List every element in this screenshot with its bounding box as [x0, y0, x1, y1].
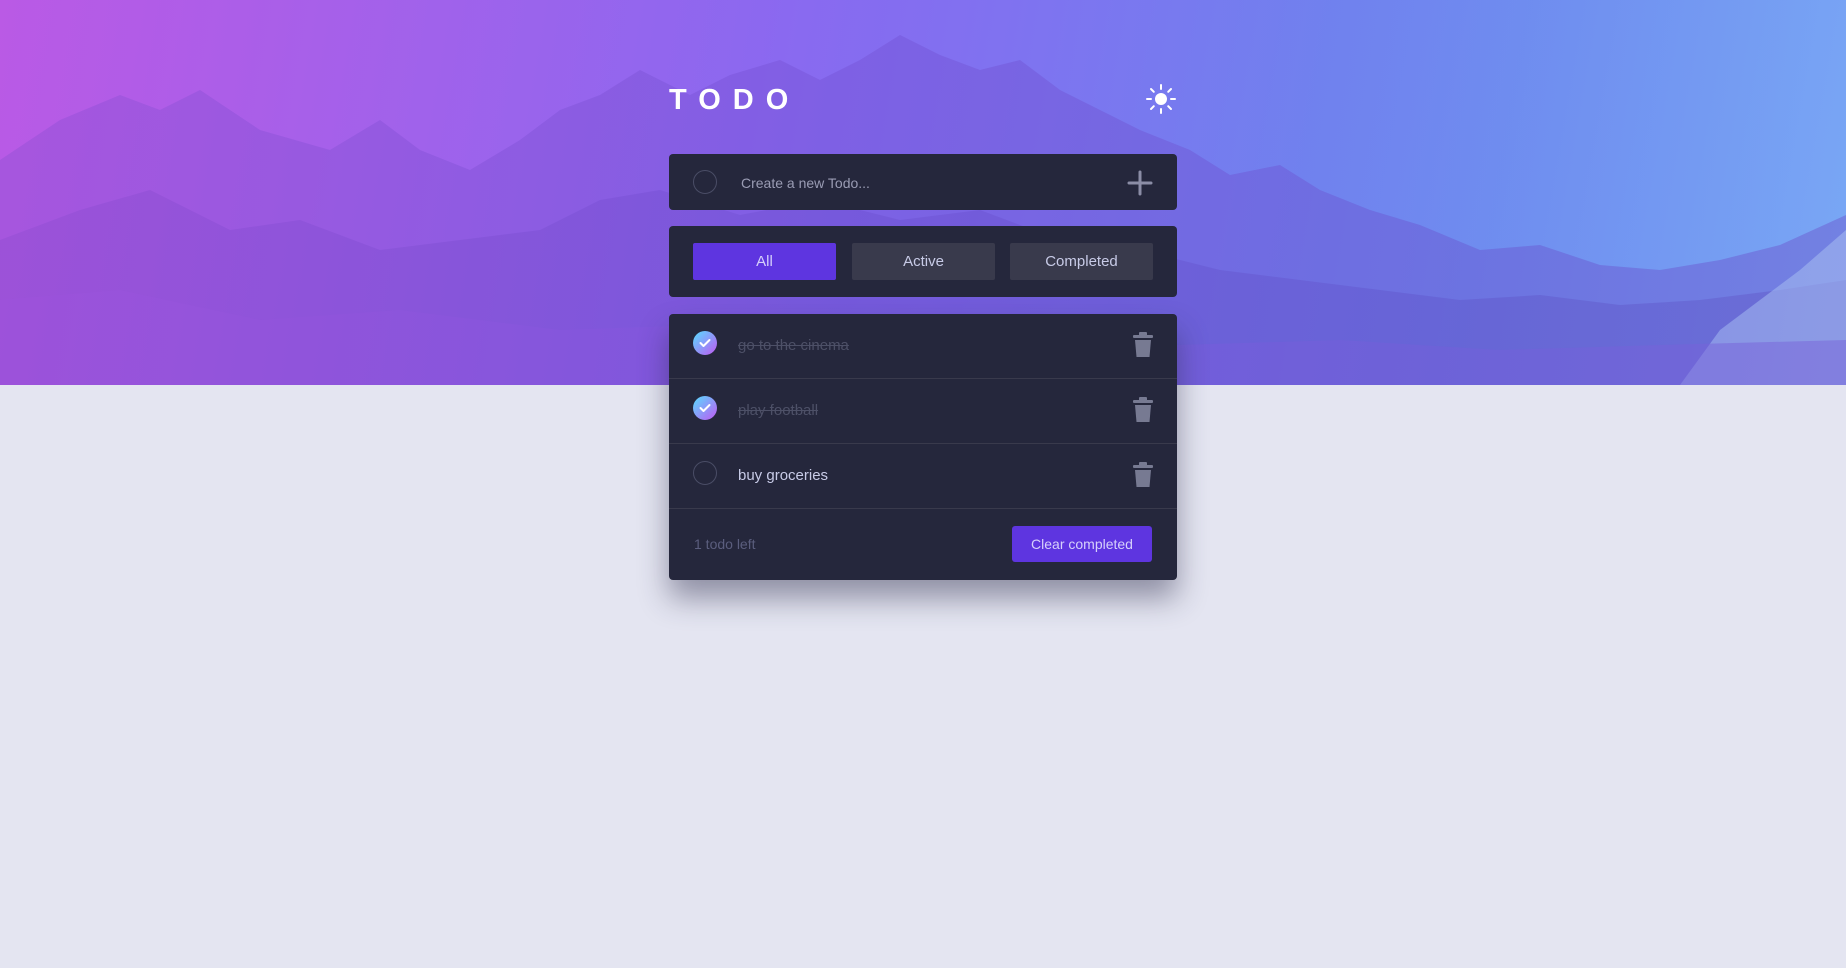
todo-text[interactable]: buy groceries	[738, 467, 828, 484]
todo-checkbox[interactable]	[693, 461, 717, 485]
check-icon	[699, 404, 711, 412]
trash-icon	[1133, 462, 1153, 487]
list-footer: 1 todo left Clear completed	[669, 509, 1177, 580]
delete-todo-button[interactable]	[1131, 331, 1155, 359]
clear-completed-button[interactable]: Clear completed	[1012, 526, 1152, 562]
app-header: TODO	[669, 82, 1177, 122]
plus-icon	[1127, 170, 1153, 196]
theme-toggle-button[interactable]	[1145, 83, 1177, 115]
filter-all-button[interactable]: All	[693, 243, 836, 280]
todo-item: play football	[669, 379, 1177, 444]
delete-todo-button[interactable]	[1131, 396, 1155, 424]
trash-icon	[1133, 397, 1153, 422]
delete-todo-button[interactable]	[1131, 461, 1155, 489]
filter-completed-button[interactable]: Completed	[1010, 243, 1153, 280]
app-title: TODO	[669, 84, 801, 116]
filter-bar: All Active Completed	[669, 226, 1177, 297]
todo-item: buy groceries	[669, 444, 1177, 509]
new-todo-checkbox[interactable]	[693, 170, 717, 194]
trash-icon	[1133, 332, 1153, 357]
add-todo-button[interactable]	[1127, 170, 1153, 196]
new-todo-input[interactable]	[739, 170, 1103, 196]
sun-icon	[1146, 84, 1176, 114]
todo-checkbox-checked[interactable]	[693, 331, 717, 355]
todo-checkbox-checked[interactable]	[693, 396, 717, 420]
items-left-count: 1 todo left	[694, 536, 756, 552]
new-todo-bar	[669, 154, 1177, 210]
todo-text[interactable]: go to the cinema	[738, 337, 849, 354]
todo-list: go to the cinema play football buy groce…	[669, 314, 1177, 580]
todo-item: go to the cinema	[669, 314, 1177, 379]
check-icon	[699, 339, 711, 347]
todo-text[interactable]: play football	[738, 402, 818, 419]
filter-active-button[interactable]: Active	[852, 243, 995, 280]
